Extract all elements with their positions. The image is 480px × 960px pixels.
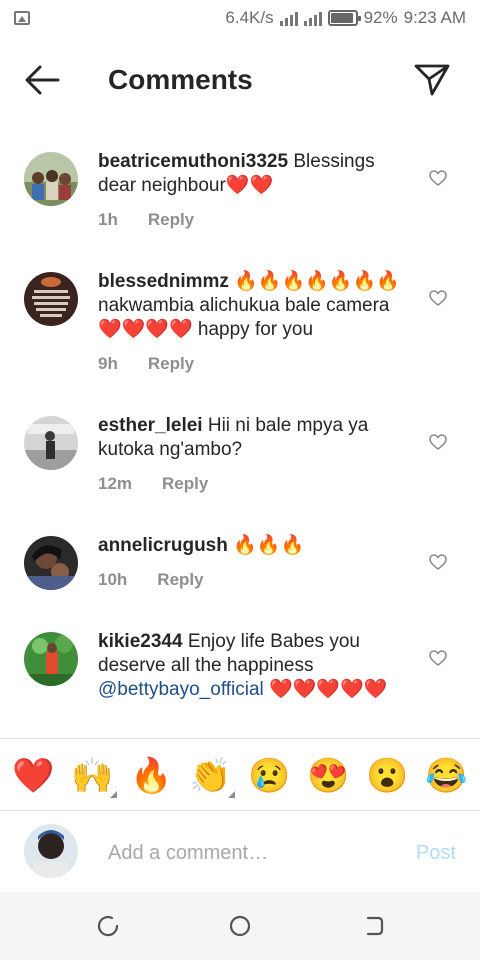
reply-button[interactable]: Reply (157, 570, 203, 590)
comment-meta: 10h Reply (98, 570, 204, 590)
comment-meta: 12m Reply (98, 474, 208, 494)
divider (0, 738, 480, 739)
comment-text: esther_lelei Hii ni bale mpya ya kutoka … (98, 414, 414, 462)
heart-outline-icon[interactable] (428, 648, 448, 668)
avatar[interactable] (24, 152, 78, 206)
page-title: Comments (108, 64, 253, 95)
signal-icon (279, 10, 298, 26)
comment-time: 12m (98, 474, 133, 493)
reply-button[interactable]: Reply (148, 354, 194, 374)
comment-username[interactable]: blessednimmz (98, 271, 229, 292)
comment-message-end: ❤️❤️❤️❤️❤️ (263, 679, 388, 700)
current-user-avatar (24, 824, 78, 878)
status-bar: 6.4K/s 92% 9:23 AM (0, 0, 480, 36)
skin-tone-indicator (227, 791, 235, 798)
share-direct-icon[interactable] (412, 60, 452, 100)
emoji-clapping-hands-glyph: 👏 (189, 757, 232, 795)
battery-icon (327, 10, 361, 26)
comment-text: blessednimmz 🔥🔥🔥🔥🔥🔥🔥 nakwambia alichukua… (98, 270, 414, 342)
clock: 9:23 AM (403, 8, 466, 27)
system-nav-bar (0, 892, 480, 960)
heart-outline-icon[interactable] (428, 552, 448, 572)
emoji-clapping-hands[interactable]: 👏 (185, 756, 237, 798)
emoji-tears-of-joy[interactable]: 😂 (421, 756, 473, 796)
network-speed: 6.4K/s (225, 8, 274, 27)
add-comment-bar: Post (0, 812, 480, 892)
emoji-surprised-face[interactable]: 😮 (362, 756, 414, 796)
avatar[interactable] (24, 272, 78, 326)
back-nav-icon[interactable] (362, 914, 386, 938)
comments-list[interactable]: beatricemuthoni3325 Blessings dear neigh… (0, 140, 480, 736)
heart-outline-icon[interactable] (428, 288, 448, 308)
recent-apps-icon[interactable] (96, 914, 120, 938)
emoji-red-heart[interactable]: ❤️ (8, 756, 60, 796)
battery-percent: 92% (363, 8, 398, 27)
home-icon[interactable] (228, 914, 252, 938)
heart-outline-icon[interactable] (428, 432, 448, 452)
comment-meta: 9h Reply (98, 354, 194, 374)
emoji-fire[interactable]: 🔥 (126, 756, 178, 796)
reply-button[interactable]: Reply (162, 474, 208, 494)
comment-text: annelicrugush 🔥🔥🔥 (98, 534, 414, 558)
mention-link[interactable]: @bettybayo_official (98, 679, 264, 700)
comment-meta: 1h Reply (98, 210, 194, 230)
emoji-heart-eyes[interactable]: 😍 (303, 756, 355, 796)
emoji-quick-bar: ❤️ 🙌 🔥 👏 😢 😍 😮 😂 (0, 746, 480, 806)
avatar[interactable] (24, 416, 78, 470)
comment-username[interactable]: annelicrugush (98, 535, 228, 556)
comment-username[interactable]: esther_lelei (98, 415, 203, 436)
emoji-raising-hands-glyph: 🙌 (71, 757, 114, 795)
comment-text: kikie2344 Enjoy life Babes you deserve a… (98, 630, 414, 702)
comment-message: 🔥🔥🔥 (233, 535, 305, 556)
comment-text: beatricemuthoni3325 Blessings dear neigh… (98, 150, 414, 198)
post-button[interactable]: Post (416, 842, 456, 865)
reply-button[interactable]: Reply (148, 210, 194, 230)
comment-time: 10h (98, 570, 128, 589)
emoji-raising-hands[interactable]: 🙌 (67, 756, 119, 798)
avatar[interactable] (24, 536, 78, 590)
comment-input[interactable] (108, 838, 398, 868)
divider (0, 810, 480, 811)
comment-username[interactable]: kikie2344 (98, 631, 183, 652)
header: Comments (0, 48, 480, 112)
emoji-crying-face[interactable]: 😢 (244, 756, 296, 796)
signal-icon-2 (303, 10, 322, 26)
skin-tone-indicator (109, 791, 117, 798)
comment-time: 9h (98, 354, 118, 373)
comment-username[interactable]: beatricemuthoni3325 (98, 151, 288, 172)
avatar[interactable] (24, 632, 78, 686)
gallery-notification-icon (14, 11, 30, 25)
back-arrow-icon[interactable] (22, 62, 62, 98)
heart-outline-icon[interactable] (428, 168, 448, 188)
comment-time: 1h (98, 210, 118, 229)
